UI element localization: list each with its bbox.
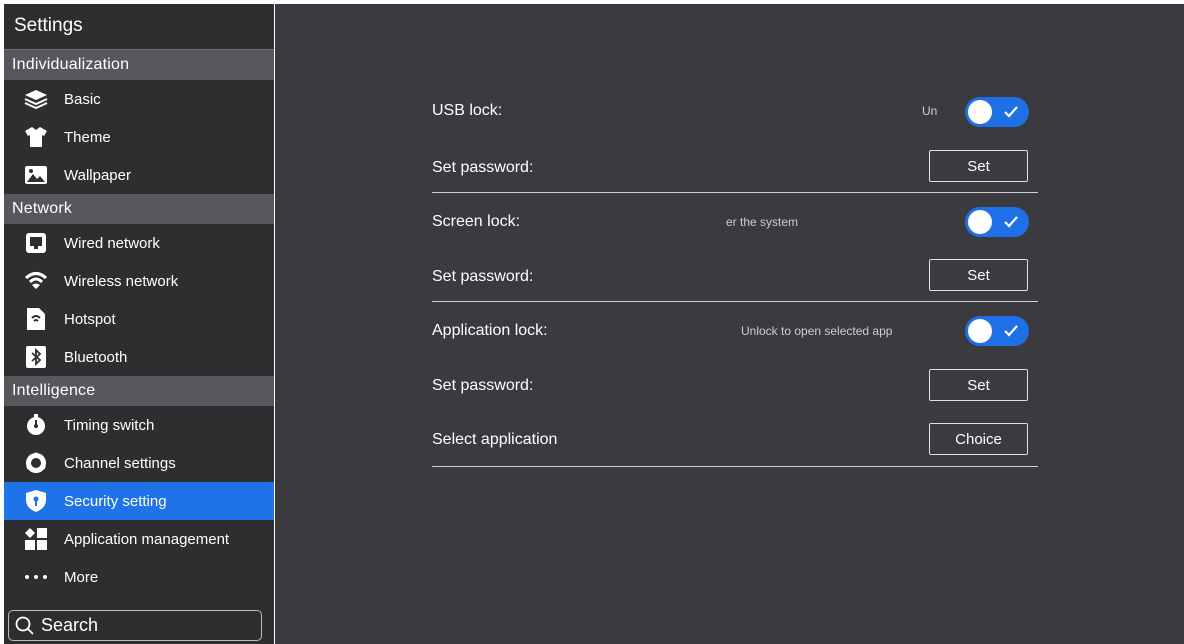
sidebar-item-more[interactable]: More [4,558,274,596]
wifi-icon [24,269,48,293]
screen-lock-toggle[interactable] [965,207,1029,237]
bluetooth-icon [24,345,48,369]
shield-icon [24,489,48,513]
apps-icon [24,527,48,551]
app-lock-toggle[interactable] [965,316,1029,346]
usb-lock-label: USB lock: [432,102,503,119]
sidebar-item-wireless-network[interactable]: Wireless network [4,262,274,300]
app-lock-hint: Unlock to open selected app [741,324,893,338]
sidebar-item-wallpaper[interactable]: Wallpaper [4,156,274,194]
sidebar-item-wired-network[interactable]: Wired network [4,224,274,262]
layers-icon [24,87,48,111]
hotspot-icon [24,307,48,331]
sidebar-item-bluetooth[interactable]: Bluetooth [4,338,274,376]
shirt-icon [24,125,48,149]
channel-icon [24,451,48,475]
sidebar-item-label: Bluetooth [64,348,128,366]
sidebar-item-channel-settings[interactable]: Channel settings [4,444,274,482]
sidebar-item-label: Wired network [64,234,160,252]
group-intelligence: Intelligence [4,376,274,406]
sidebar-item-label: Security setting [64,492,167,510]
check-icon [1004,216,1018,228]
usb-lock-hint: Un [922,104,938,118]
choice-button[interactable]: Choice [929,423,1028,455]
divider [432,301,1038,302]
app-set-password-button[interactable]: Set [929,369,1028,401]
toggle-knob [968,319,992,343]
security-settings-panel: USB lock: Un Set password: Set Screen lo… [275,4,1184,644]
sidebar-title: Settings [4,4,274,50]
check-icon [1004,106,1018,118]
sidebar-item-label: Wireless network [64,272,179,290]
sidebar-item-basic[interactable]: Basic [4,80,274,118]
image-icon [24,163,48,187]
timer-icon [24,413,48,437]
sidebar: Settings Individualization Basic Theme W… [4,4,274,644]
sidebar-item-label: Timing switch [64,416,155,434]
screen-lock-hint: er the system [726,215,799,229]
toggle-knob [968,210,992,234]
check-icon [1004,325,1018,337]
sidebar-item-label: Wallpaper [64,166,131,184]
sidebar-item-label: More [64,568,99,586]
sidebar-item-label: Theme [64,128,111,146]
search-input[interactable]: Search [8,610,262,641]
monitor-icon [24,231,48,255]
sidebar-item-hotspot[interactable]: Hotspot [4,300,274,338]
toggle-knob [968,100,992,124]
sidebar-item-label: Hotspot [64,310,116,328]
sidebar-item-application-management[interactable]: Application management [4,520,274,558]
usb-lock-row: USB lock: [432,90,1038,132]
sidebar-item-label: Channel settings [64,454,176,472]
divider [432,192,1038,193]
search-label: Search [41,615,99,635]
sidebar-item-timing-switch[interactable]: Timing switch [4,406,274,444]
search-icon [15,616,35,636]
divider [432,466,1038,467]
group-individualization: Individualization [4,50,274,80]
app-lock-row: Application lock: [432,310,1038,352]
group-network: Network [4,194,274,224]
usb-set-password-button[interactable]: Set [929,150,1028,182]
sidebar-item-theme[interactable]: Theme [4,118,274,156]
sidebar-item-label: Application management [64,530,230,548]
screen-set-password-button[interactable]: Set [929,259,1028,291]
sidebar-item-security-setting[interactable]: Security setting [4,482,274,520]
more-icon [24,565,48,589]
app-lock-label: Application lock: [432,322,548,339]
sidebar-item-label: Basic [64,90,101,108]
usb-lock-toggle[interactable] [965,97,1029,127]
